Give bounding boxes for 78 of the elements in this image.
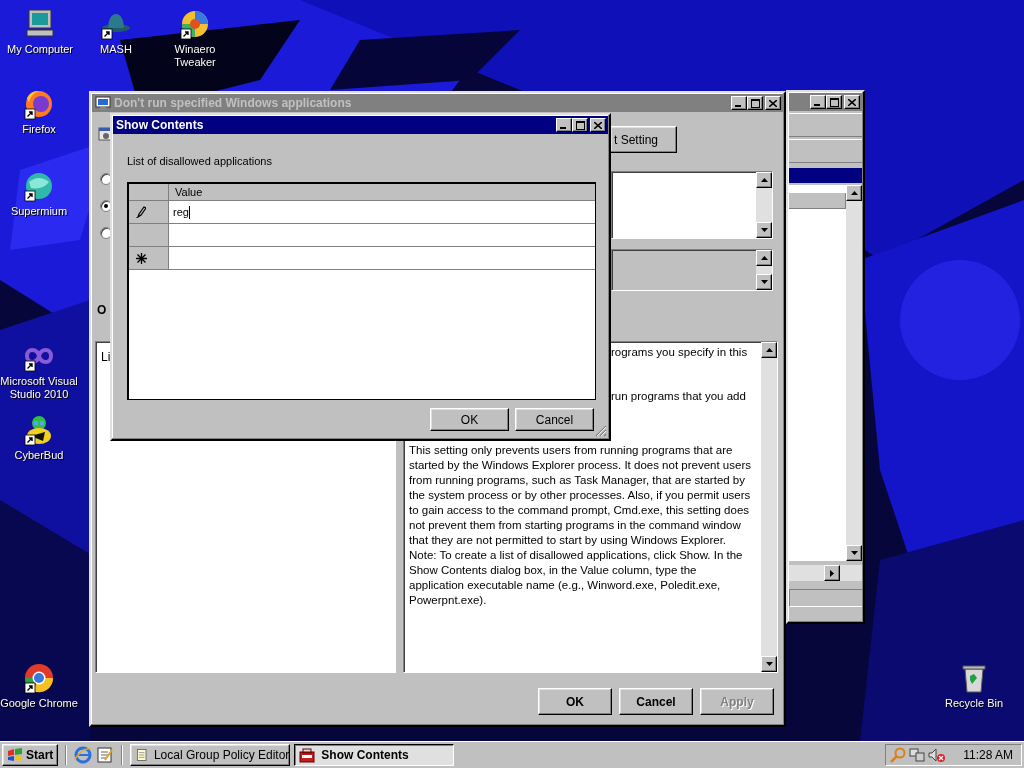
minimize-button[interactable] bbox=[731, 96, 747, 110]
scroll-down-button[interactable] bbox=[756, 222, 772, 238]
column-header[interactable]: Value bbox=[169, 184, 595, 200]
scroll-up-button[interactable] bbox=[756, 172, 772, 188]
scrollbar[interactable] bbox=[756, 250, 772, 290]
pencil-icon bbox=[136, 206, 146, 218]
help-text: This setting only prevents users from running programs that are started by the Windows Explorer process. It does not prevent users from running programs, such as Task Manager, that are started by the system process or by other processes. Also, if you permit users to gain access to the command prompt, Cmd.exe, this setting does not prevent them from starting programs in the command window that they are not permitted to start by using Windows Explorer. Note: To create a list of disallowed applications, click Show. In the Show Contents dialog box, in the Value column, type the application executable name (e.g., Winword.exe, Poledit.exe, Powerpnt.exe). bbox=[409, 443, 752, 608]
taskbar-button[interactable]: Show Contents bbox=[294, 744, 455, 766]
up-arrow-icon[interactable] bbox=[760, 178, 768, 182]
close-icon[interactable] bbox=[848, 98, 856, 106]
network-icon[interactable] bbox=[909, 747, 926, 763]
scroll-down-button[interactable] bbox=[756, 274, 772, 290]
resize-grip-icon bbox=[595, 425, 607, 437]
window-title: Show Contents bbox=[116, 118, 205, 132]
comment-field[interactable] bbox=[611, 171, 773, 239]
minimize-button[interactable] bbox=[556, 118, 572, 132]
right-arrow-icon[interactable] bbox=[830, 569, 834, 577]
up-arrow-icon[interactable] bbox=[765, 348, 773, 352]
ring-logo-icon[interactable] bbox=[23, 662, 55, 694]
dialog-button[interactable]: Cancel bbox=[515, 408, 594, 431]
close-button[interactable] bbox=[844, 95, 860, 109]
column-header bbox=[789, 193, 846, 209]
scrollbar[interactable] bbox=[761, 342, 777, 672]
notepad-icon[interactable] bbox=[96, 746, 115, 764]
icon-label[interactable]: Recycle Bin bbox=[944, 697, 1004, 710]
asterisk-icon bbox=[136, 252, 147, 264]
scrollbar[interactable] bbox=[756, 172, 772, 238]
row-header[interactable] bbox=[129, 201, 169, 223]
speaker-muted-icon[interactable] bbox=[928, 747, 947, 763]
up-arrow-icon[interactable] bbox=[760, 256, 768, 260]
dialog-button[interactable]: OK bbox=[430, 408, 509, 431]
scroll-down-button[interactable] bbox=[846, 545, 862, 561]
icon-label[interactable]: Google Chrome bbox=[0, 697, 78, 710]
window-title: Don't run specified Windows applications bbox=[114, 96, 353, 110]
close-button[interactable] bbox=[765, 96, 781, 110]
toolbox-icon[interactable] bbox=[299, 747, 316, 763]
help-text: run programs that you add bbox=[611, 389, 746, 404]
row-header[interactable] bbox=[129, 247, 169, 269]
clock[interactable]: 11:28 AM bbox=[963, 748, 1013, 762]
swirl-icon[interactable] bbox=[179, 8, 211, 40]
flag-icon[interactable] bbox=[7, 748, 23, 762]
icon-label[interactable]: Winaero Tweaker bbox=[155, 43, 235, 69]
down-arrow-icon[interactable] bbox=[760, 228, 768, 232]
scroll-up-button[interactable] bbox=[761, 342, 777, 358]
section-label: O bbox=[97, 303, 107, 317]
scroll-down-button[interactable] bbox=[761, 656, 777, 672]
scroll-right-button[interactable] bbox=[824, 565, 840, 581]
close-icon[interactable] bbox=[594, 121, 602, 129]
icon-label[interactable]: CyberBud bbox=[14, 449, 64, 462]
monitor-icon[interactable] bbox=[24, 8, 56, 40]
icon-label[interactable]: Firefox bbox=[22, 123, 56, 136]
fox-globe-icon[interactable] bbox=[23, 88, 55, 120]
next-setting-button[interactable]: t Setting bbox=[611, 126, 677, 153]
help-text: rograms you specify in this bbox=[611, 345, 748, 360]
icon-label[interactable]: My Computer bbox=[7, 43, 73, 56]
sphere-icon[interactable] bbox=[23, 170, 55, 202]
taskbar-button[interactable]: Local Group Policy Editor bbox=[130, 744, 291, 766]
scrollbar[interactable] bbox=[846, 185, 862, 561]
pane-text: Li bbox=[101, 350, 111, 364]
down-arrow-icon[interactable] bbox=[765, 662, 773, 666]
table-cell[interactable]: reg bbox=[169, 201, 595, 223]
document-icon[interactable] bbox=[135, 747, 148, 763]
browser-e-icon[interactable] bbox=[74, 746, 93, 764]
minimize-button[interactable] bbox=[810, 95, 826, 109]
scroll-up-button[interactable] bbox=[756, 250, 772, 266]
down-arrow-icon[interactable] bbox=[760, 280, 768, 284]
icon-label[interactable]: Supermium bbox=[10, 205, 68, 218]
list-label: List of disallowed applications bbox=[127, 155, 273, 167]
close-button[interactable] bbox=[590, 118, 606, 132]
start-button[interactable]: Start bbox=[2, 744, 59, 766]
up-arrow-icon[interactable] bbox=[850, 191, 858, 195]
dialog-button[interactable]: Cancel bbox=[619, 688, 693, 715]
scroll-up-button[interactable] bbox=[846, 185, 862, 201]
dialog-button[interactable]: OK bbox=[538, 688, 612, 715]
close-icon[interactable] bbox=[769, 99, 777, 107]
down-arrow-icon[interactable] bbox=[850, 551, 858, 555]
horizontal-scrollbar[interactable] bbox=[789, 565, 862, 581]
icon-label[interactable]: Microsoft Visual Studio 2010 bbox=[0, 375, 79, 401]
